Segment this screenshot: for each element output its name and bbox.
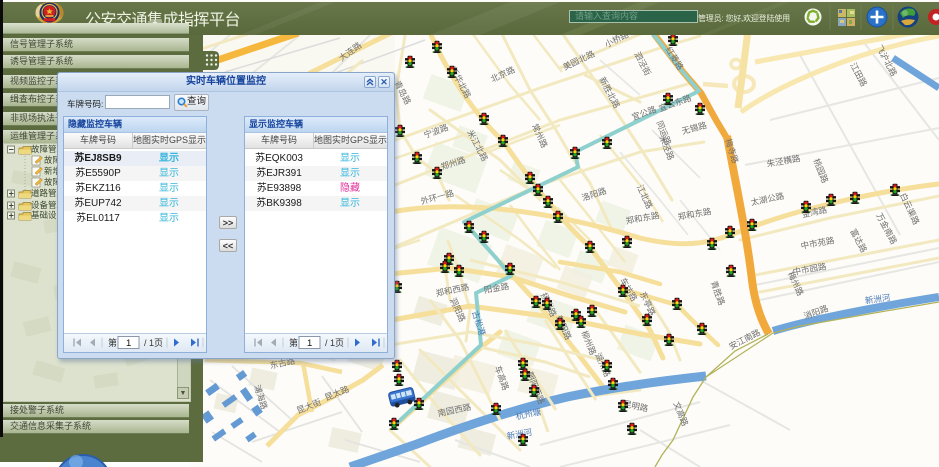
svg-text:第: 第 xyxy=(289,337,298,348)
svg-text:1: 1 xyxy=(307,338,312,349)
svg-text:/ 1页: / 1页 xyxy=(325,338,344,348)
svg-text:/ 1页: / 1页 xyxy=(144,338,163,348)
svg-text:第: 第 xyxy=(108,337,117,348)
svg-text:1: 1 xyxy=(126,338,131,349)
